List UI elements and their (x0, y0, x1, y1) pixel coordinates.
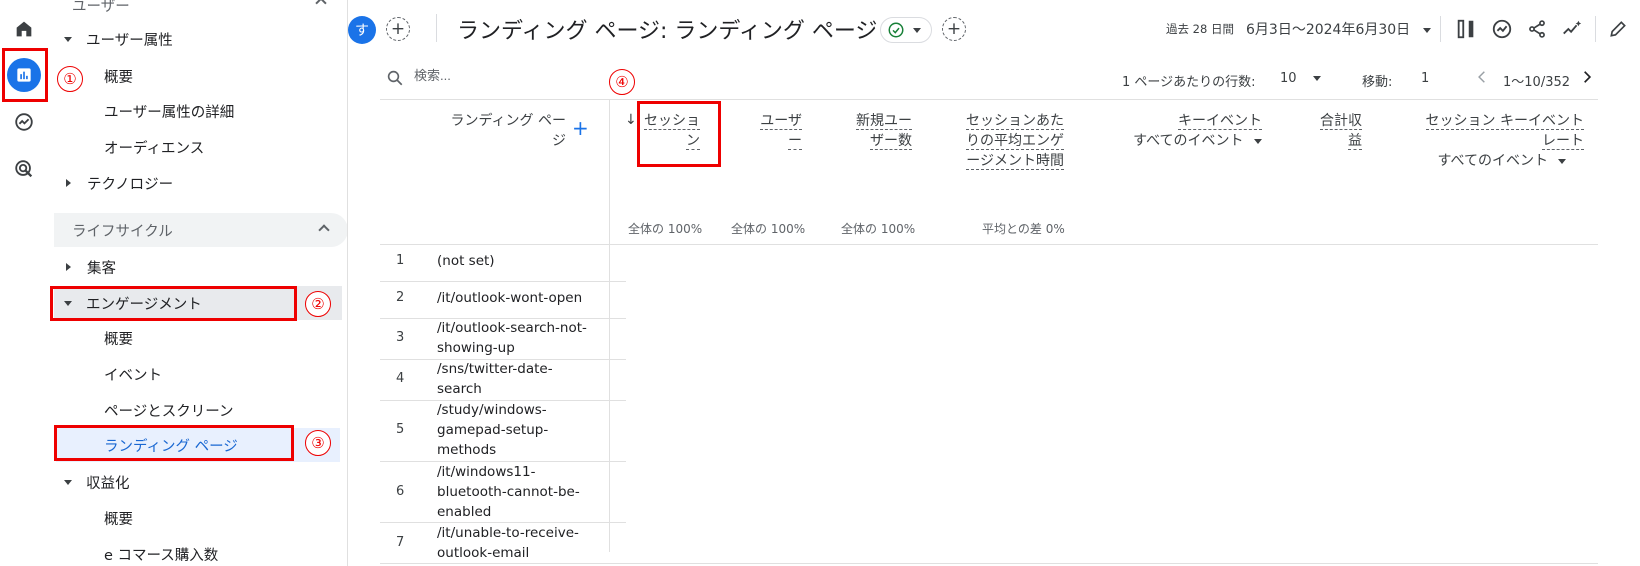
row-number: 5 (396, 422, 405, 437)
date-label: 過去 28 日間 (1166, 22, 1234, 36)
row-landing-page[interactable]: /it/windows11-bluetooth-cannot-be-enable… (437, 462, 597, 522)
col-sub-users: 全体の 100% (731, 222, 806, 236)
table-top-border (380, 99, 1598, 100)
avatar[interactable]: す (348, 16, 376, 44)
row-number: 7 (396, 535, 405, 550)
dropdown-icon (913, 27, 921, 33)
dimension-header[interactable]: ランディング ページ (444, 111, 566, 151)
col-header-total-revenue[interactable]: 合計収益 (1310, 111, 1362, 151)
key-events-selector[interactable]: すべてのイベント (1110, 131, 1262, 151)
status-pill[interactable] (880, 17, 932, 43)
header-bottom-border (380, 244, 1598, 245)
sort-desc-icon[interactable]: ↓ (625, 112, 637, 128)
sidebar-section-lifecycle[interactable]: ライフサイクル (54, 213, 347, 247)
sidebar-item-events[interactable]: イベント (104, 357, 162, 391)
annotation-number-2: ② (305, 291, 331, 317)
caret-right-icon (66, 179, 71, 187)
metrics-data-area (626, 248, 1598, 552)
row-number: 4 (396, 371, 405, 386)
caret-down-icon (64, 300, 72, 306)
explore-icon[interactable] (9, 107, 39, 137)
rows-per-page-select[interactable]: 10 (1280, 71, 1321, 86)
col-header-key-events[interactable]: キーイベント すべてのイベント (1110, 111, 1262, 151)
sidebar-item-ua-details[interactable]: ユーザー属性の詳細 (104, 94, 234, 128)
rows-per-page-label: 1 ページあたりの行数: (1122, 75, 1256, 90)
insights-icon[interactable] (1490, 17, 1514, 41)
sidebar-item-technology[interactable]: テクノロジー (64, 166, 173, 200)
row-number: 1 (396, 253, 405, 268)
sidebar: ユーザー ユーザー属性 概要 ユーザー属性の詳細 オーディエンス テクノロジー … (48, 0, 348, 566)
row-landing-page[interactable]: (not set) (437, 251, 597, 271)
col-header-avg-engagement[interactable]: セッションあたりの平均エンゲージメント時間 (962, 111, 1064, 171)
next-page-icon[interactable] (1577, 67, 1597, 87)
dropdown-icon (1422, 27, 1431, 33)
caret-down-icon (64, 36, 72, 42)
dropdown-icon (1312, 76, 1321, 81)
divider (1440, 16, 1441, 42)
sidebar-item-engagement[interactable]: エンゲージメント (54, 286, 342, 320)
sidebar-item-pages-screens[interactable]: ページとスクリーン (104, 393, 233, 427)
row-landing-page[interactable]: /it/outlook-wont-open (437, 288, 597, 308)
goto-input[interactable]: 1 (1421, 71, 1429, 86)
sidebar-item-mon-overview[interactable]: 概要 (104, 501, 133, 535)
page-range-text: 1～10/352 (1503, 75, 1571, 90)
page-title: ランディング ページ: ランディング ページ (457, 19, 878, 44)
annotation-number-4: ④ (609, 69, 635, 95)
row-landing-page[interactable]: /it/unable-to-receive-outlook-email (437, 523, 597, 563)
sidebar-item-ecommerce[interactable]: e コマース購入数 (104, 537, 218, 566)
row-landing-page[interactable]: /sns/twitter-date-search (437, 359, 597, 399)
dropdown-icon (1254, 138, 1262, 144)
edit-icon[interactable] (1606, 17, 1630, 41)
reports-icon[interactable] (7, 58, 41, 92)
row-landing-page[interactable]: /it/outlook-search-not-showing-up (437, 318, 597, 358)
col-header-sessions[interactable]: セッション (644, 111, 700, 151)
sidebar-item-acquisition[interactable]: 集客 (64, 250, 116, 284)
row-number: 6 (396, 484, 405, 499)
advertising-icon[interactable] (9, 154, 39, 184)
caret-right-icon (66, 263, 71, 271)
sidebar-item-audiences[interactable]: オーディエンス (104, 130, 204, 164)
divider (1595, 16, 1596, 42)
sparkle-trend-icon[interactable] (1560, 17, 1584, 41)
left-rail (0, 0, 48, 566)
annotation-number-3: ③ (305, 430, 331, 456)
sidebar-item-eng-overview[interactable]: 概要 (104, 321, 133, 355)
row-number: 3 (396, 330, 405, 345)
add-dimension-icon[interactable]: + (572, 118, 589, 138)
prev-page-icon[interactable] (1472, 67, 1492, 87)
col-header-new-users[interactable]: 新規ユーザー数 (848, 111, 912, 151)
col-sub-avg-engagement: 平均との差 0% (982, 222, 1065, 236)
goto-label: 移動: (1362, 75, 1393, 90)
sidebar-item-ua-overview[interactable]: 概要 (104, 59, 133, 93)
row-number: 2 (396, 290, 405, 305)
collapse-user-icon[interactable] (315, 0, 327, 9)
sidebar-section-user[interactable]: ユーザー (72, 0, 130, 22)
search-icon (386, 69, 404, 91)
col-sub-sessions: 全体の 100% (628, 222, 703, 236)
col-sub-new-users: 全体の 100% (841, 222, 916, 236)
sidebar-item-user-attributes[interactable]: ユーザー属性 (64, 22, 173, 56)
date-range-selector[interactable]: 6月3日～2024年6月30日 (1246, 19, 1431, 39)
check-circle-icon (888, 22, 904, 38)
row-landing-page[interactable]: /study/windows-gamepad-setup-methods (437, 400, 597, 460)
home-icon[interactable] (9, 14, 39, 44)
col-header-users[interactable]: ユーザー (750, 111, 802, 151)
column-divider (609, 100, 610, 552)
row-divider (380, 281, 626, 282)
add-filter-icon[interactable]: + (942, 17, 966, 41)
sidebar-item-landing-page[interactable]: ランディング ページ (56, 428, 340, 462)
collapse-lifecycle-icon[interactable] (318, 224, 330, 236)
sidebar-item-monetization[interactable]: 収益化 (64, 465, 130, 499)
col-header-session-key-event-rate[interactable]: セッション キーイベント レート すべてのイベント (1420, 111, 1584, 171)
divider (436, 14, 437, 42)
search-input[interactable] (414, 68, 614, 83)
row-divider (380, 563, 1598, 564)
dropdown-icon (1558, 158, 1567, 164)
add-comparison-icon[interactable]: + (386, 17, 410, 41)
rate-events-selector[interactable]: すべてのイベント (1420, 151, 1584, 171)
customize-report-icon[interactable] (1454, 17, 1478, 41)
caret-down-icon (64, 479, 72, 485)
share-icon[interactable] (1525, 17, 1549, 41)
